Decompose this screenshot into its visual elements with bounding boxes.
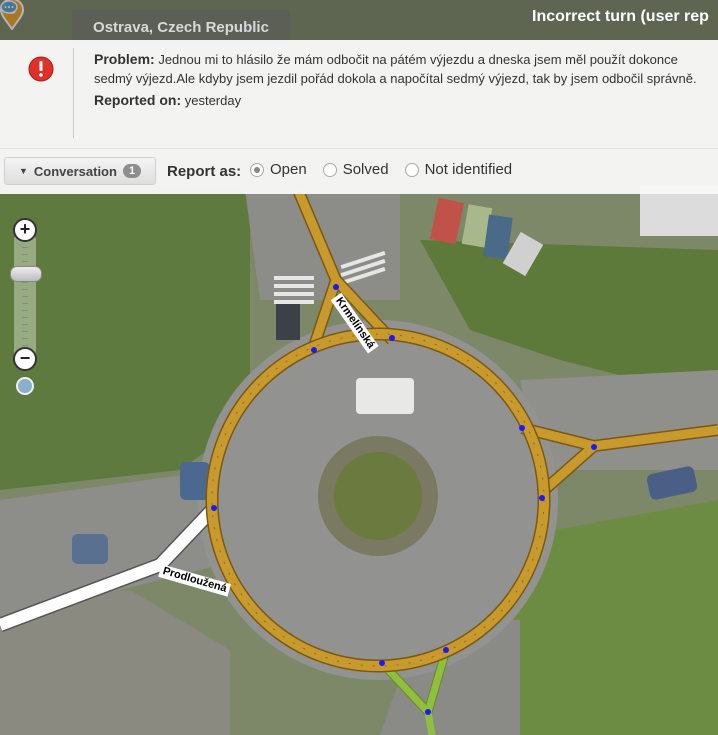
zoom-ticks bbox=[22, 240, 28, 352]
panel-divider bbox=[73, 48, 74, 138]
caret-down-icon: ▼ bbox=[18, 166, 28, 176]
conversation-button[interactable]: ▼ Conversation 1 bbox=[4, 157, 156, 185]
report-status-options: Open Solved Not identified bbox=[250, 161, 512, 178]
radio-not-identified-label: Not identified bbox=[424, 161, 513, 178]
radio-open[interactable]: Open bbox=[250, 161, 307, 178]
problem-label: Problem: bbox=[94, 51, 155, 67]
radio-solved-label: Solved bbox=[342, 161, 389, 178]
conversation-count-badge: 1 bbox=[122, 164, 142, 178]
zoom-control: + − bbox=[10, 214, 42, 399]
problem-panel: Problem: Jednou mi to hlásilo že mám odb… bbox=[0, 40, 718, 148]
reported-label: Reported on: bbox=[94, 92, 182, 108]
radio-not-identified-circle[interactable] bbox=[404, 162, 419, 177]
report-bar: ▼ Conversation 1 Report as: Open Solved … bbox=[0, 148, 718, 194]
radio-open-circle[interactable] bbox=[250, 162, 264, 177]
zoom-slider-handle[interactable] bbox=[10, 266, 42, 282]
panel-title: Incorrect turn (user rep bbox=[532, 8, 709, 25]
radio-solved-circle[interactable] bbox=[322, 162, 337, 177]
locate-me-icon[interactable] bbox=[16, 377, 34, 395]
reported-on: Reported on: yesterday bbox=[94, 92, 241, 108]
radio-open-label: Open bbox=[270, 161, 307, 178]
zoom-out-button[interactable]: − bbox=[13, 347, 37, 371]
radio-solved[interactable]: Solved bbox=[322, 161, 389, 178]
radio-not-identified[interactable]: Not identified bbox=[404, 161, 513, 178]
problem-description: Problem: Jednou mi to hlásilo že mám odb… bbox=[94, 50, 704, 88]
zoom-in-button[interactable]: + bbox=[13, 218, 37, 242]
reported-value: yesterday bbox=[184, 93, 242, 108]
conversation-label: Conversation bbox=[33, 163, 117, 179]
problem-text: Jednou mi to hlásilo že mám odbočit na p… bbox=[94, 52, 697, 86]
report-as-label: Report as: bbox=[167, 163, 242, 180]
warning-icon bbox=[28, 56, 54, 82]
